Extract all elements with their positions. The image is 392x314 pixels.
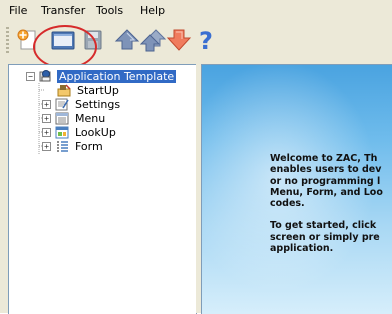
new-document-icon: [14, 26, 40, 54]
tree-node-menu[interactable]: + Menu: [42, 111, 107, 125]
welcome-paragraph-2: To get started, click screen or simply p…: [270, 220, 380, 255]
toolbar: ?: [0, 22, 392, 58]
upload-multiple-icon: [140, 26, 166, 54]
tree-node-lookup[interactable]: + LookUp: [42, 125, 118, 139]
form-icon: [54, 139, 70, 153]
open-button[interactable]: [48, 26, 78, 54]
download-button[interactable]: [166, 26, 192, 54]
tree-node-menu-label: Menu: [75, 111, 106, 125]
expand-icon[interactable]: +: [42, 99, 51, 109]
tree-node-settings[interactable]: + Settings: [42, 97, 122, 111]
menu-icon: [54, 111, 70, 125]
svg-text:?: ?: [199, 27, 213, 54]
save-button[interactable]: [80, 26, 106, 54]
welcome-paragraph-1: Welcome to ZAC, Th enables users to dev …: [270, 153, 383, 210]
welcome-panel: Welcome to ZAC, Th enables users to dev …: [201, 64, 392, 314]
save-disk-icon: [80, 26, 106, 54]
menu-transfer[interactable]: Transfer: [41, 4, 85, 17]
lookup-icon: [54, 125, 70, 139]
tree-node-root[interactable]: − Application Template: [26, 69, 177, 83]
menu-help[interactable]: Help: [140, 4, 165, 17]
project-tree[interactable]: − Application Template StartUp + Setting…: [8, 64, 197, 314]
tree-node-lookup-label: LookUp: [75, 125, 116, 139]
upload-button[interactable]: [114, 26, 140, 54]
tree-node-startup-label: StartUp: [77, 83, 119, 97]
menu-tools[interactable]: Tools: [96, 4, 123, 17]
expand-icon[interactable]: +: [42, 127, 51, 137]
menu-bar: File Transfer Tools Help: [0, 0, 392, 22]
toolbar-grip[interactable]: [6, 27, 9, 55]
application-icon: [38, 69, 54, 83]
startup-icon: [56, 83, 72, 97]
tree-node-settings-label: Settings: [75, 97, 121, 111]
open-folder-icon: [48, 26, 78, 54]
upload-arrow-icon: [114, 26, 140, 54]
welcome-text: Welcome to ZAC, Th enables users to dev …: [270, 153, 392, 265]
collapse-icon[interactable]: −: [26, 71, 35, 81]
tree-node-form[interactable]: + Form: [42, 139, 105, 153]
help-button[interactable]: ?: [194, 26, 220, 54]
app-window: File Transfer Tools Help ? − Application…: [0, 0, 392, 314]
download-arrow-icon: [166, 26, 192, 54]
tree-node-root-label: Application Template: [57, 69, 177, 83]
settings-icon: [54, 97, 70, 111]
menu-file[interactable]: File: [9, 4, 27, 17]
tree-node-form-label: Form: [75, 139, 103, 153]
help-question-icon: ?: [194, 26, 220, 54]
tree-node-startup[interactable]: StartUp: [56, 83, 121, 97]
upload-all-button[interactable]: [140, 26, 166, 54]
expand-icon[interactable]: +: [42, 113, 51, 123]
new-button[interactable]: [14, 26, 40, 54]
expand-icon[interactable]: +: [42, 141, 51, 151]
